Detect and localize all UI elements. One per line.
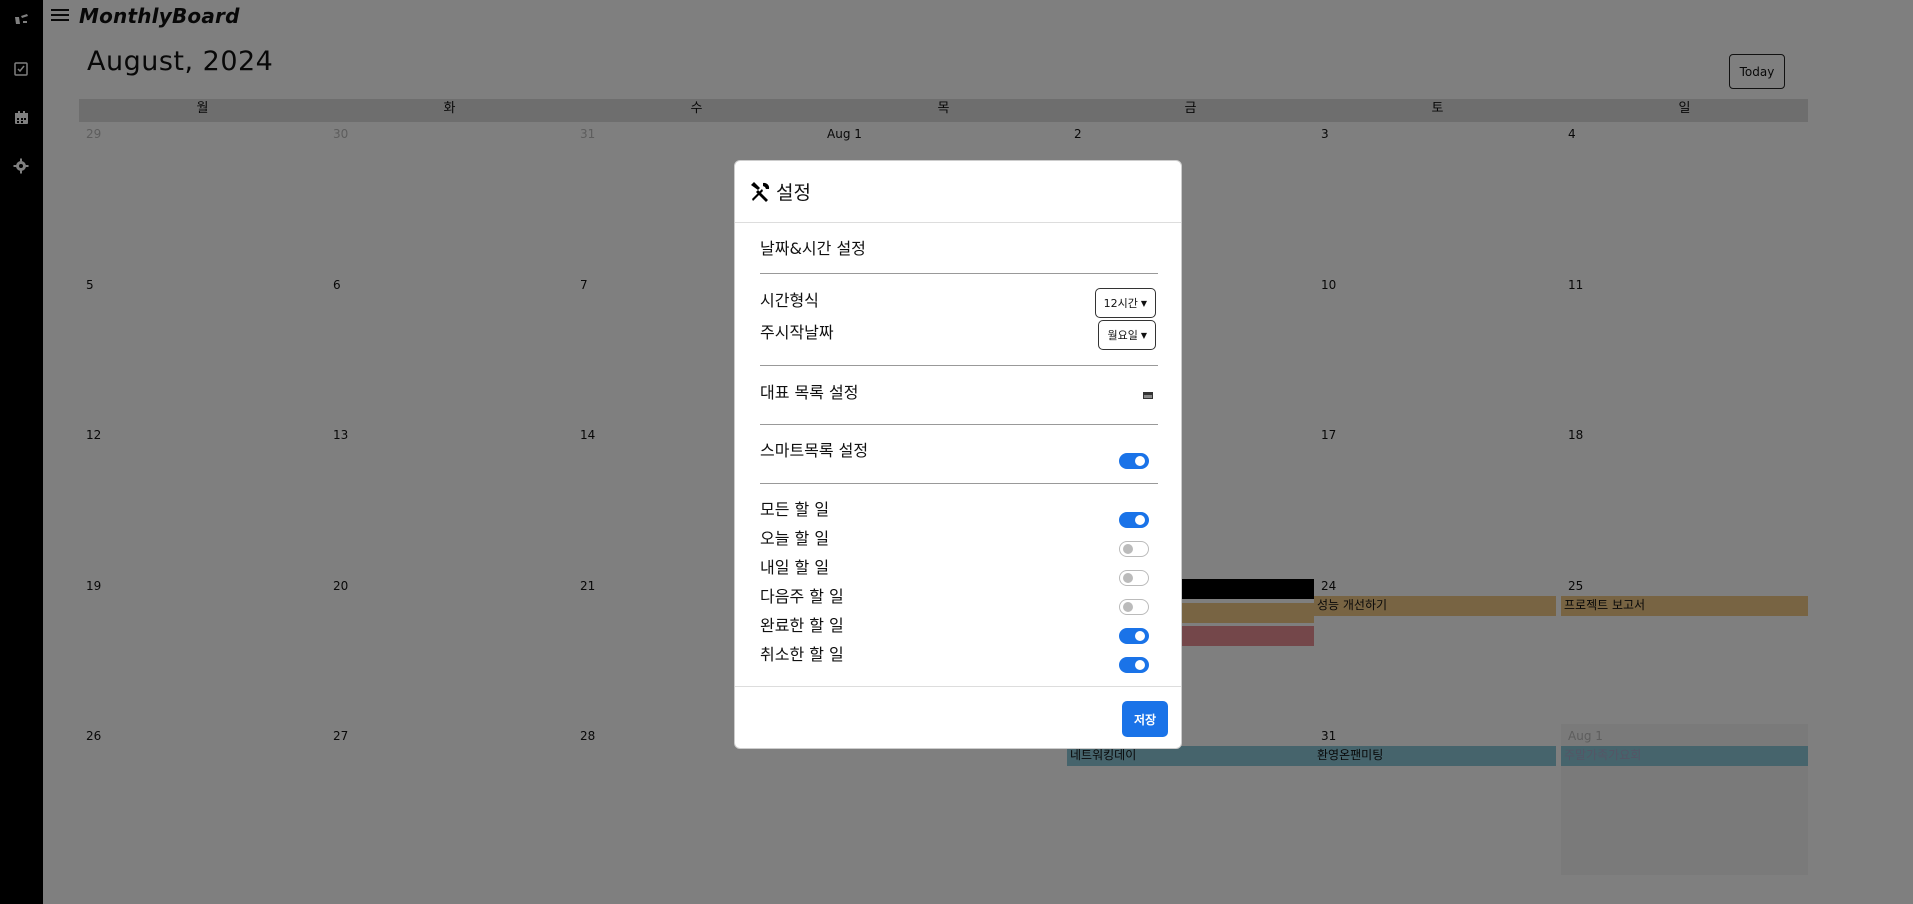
divider bbox=[760, 424, 1158, 425]
rep-list-label: 대표 목록 설정 bbox=[760, 383, 859, 402]
todo-all-toggle[interactable] bbox=[1119, 512, 1149, 528]
divider bbox=[760, 365, 1158, 366]
todo-all-label: 모든 할 일 bbox=[760, 500, 830, 519]
todo-next-week-toggle[interactable] bbox=[1119, 599, 1149, 615]
time-format-dropdown[interactable]: 12시간 ▼ bbox=[1094, 288, 1156, 318]
settings-modal: 설정 날짜&시간 설정 시간형식 12시간 ▼ 주시작날짜 월요일 ▼ 대표 목록 … bbox=[734, 160, 1182, 749]
rep-list-select[interactable] bbox=[1143, 392, 1153, 399]
todo-cancelled-toggle[interactable] bbox=[1119, 657, 1149, 673]
todo-today-toggle[interactable] bbox=[1119, 541, 1149, 557]
save-button[interactable]: 저장 bbox=[1122, 701, 1168, 737]
todo-today-label: 오늘 할 일 bbox=[760, 529, 830, 548]
datetime-section-title: 날짜&시간 설정 bbox=[760, 239, 866, 258]
divider bbox=[760, 273, 1158, 274]
todo-tomorrow-label: 내일 할 일 bbox=[760, 558, 830, 577]
week-start-value: 월요일 bbox=[1107, 329, 1138, 342]
caret-down-icon: ▼ bbox=[1140, 330, 1147, 340]
modal-title: 설정 bbox=[776, 182, 811, 204]
todo-done-toggle[interactable] bbox=[1119, 628, 1149, 644]
todo-tomorrow-toggle[interactable] bbox=[1119, 570, 1149, 586]
week-start-dropdown[interactable]: 월요일 ▼ bbox=[1098, 320, 1156, 350]
todo-done-label: 완료한 할 일 bbox=[760, 616, 844, 635]
divider bbox=[760, 483, 1158, 484]
todo-cancelled-label: 취소한 할 일 bbox=[760, 645, 844, 664]
modal-body: 날짜&시간 설정 시간형식 12시간 ▼ 주시작날짜 월요일 ▼ 대표 목록 설정 … bbox=[735, 223, 1181, 688]
smart-list-label: 스마트목록 설정 bbox=[760, 441, 869, 460]
caret-down-icon: ▼ bbox=[1140, 298, 1147, 308]
tools-icon bbox=[751, 181, 770, 202]
smart-list-toggle[interactable] bbox=[1119, 453, 1149, 469]
modal-footer: 저장 bbox=[735, 686, 1181, 748]
modal-header: 설정 bbox=[735, 161, 1181, 223]
todo-next-week-label: 다음주 할 일 bbox=[760, 587, 844, 606]
week-start-label: 주시작날짜 bbox=[760, 323, 834, 342]
time-format-value: 12시간 bbox=[1103, 297, 1138, 310]
time-format-label: 시간형식 bbox=[760, 291, 819, 310]
